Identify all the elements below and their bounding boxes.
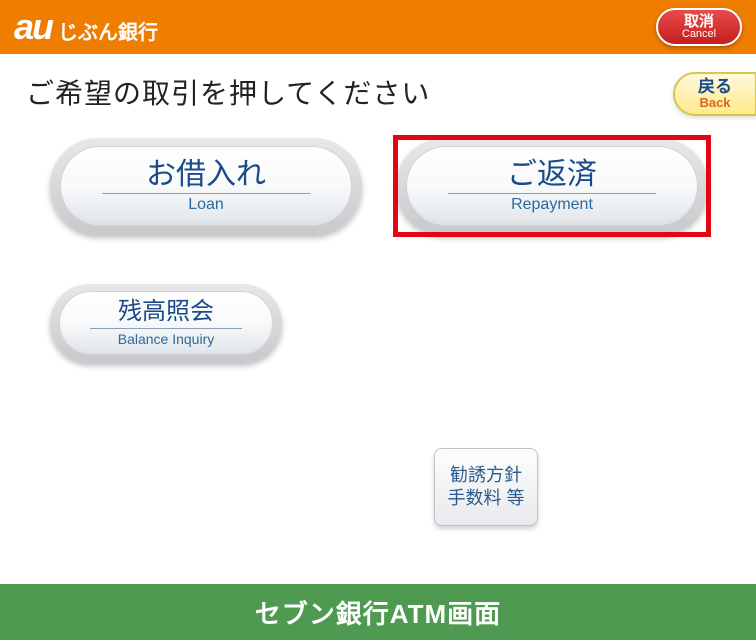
repayment-label-jp: ご返済 bbox=[507, 158, 597, 191]
balance-inquiry-button[interactable]: 残高照会 Balance Inquiry bbox=[59, 291, 273, 355]
bank-logo: au じぶん銀行 bbox=[14, 6, 158, 48]
instruction-text: ご希望の取引を押してください bbox=[26, 72, 736, 112]
repayment-label-en: Repayment bbox=[511, 196, 593, 214]
back-label-jp: 戻る bbox=[698, 78, 732, 97]
loan-label-jp: お借入れ bbox=[146, 158, 266, 191]
logo-bank-text: じぶん銀行 bbox=[58, 16, 158, 45]
loan-label-en: Loan bbox=[188, 196, 224, 214]
cancel-label-jp: 取消 bbox=[684, 14, 714, 29]
logo-au-text: au bbox=[14, 6, 52, 48]
loan-button[interactable]: お借入れ Loan bbox=[60, 146, 352, 226]
balance-label-jp: 残高照会 bbox=[118, 299, 214, 325]
info-fees-button[interactable]: 勧誘方針 手数料 等 bbox=[434, 448, 538, 526]
cancel-button[interactable]: 取消 Cancel bbox=[656, 8, 742, 46]
repayment-button[interactable]: ご返済 Repayment bbox=[406, 146, 698, 226]
divider bbox=[90, 328, 243, 329]
loan-button-wrap: お借入れ Loan bbox=[50, 138, 362, 234]
back-label-en: Back bbox=[699, 96, 730, 110]
info-line2: 手数料 等 bbox=[447, 487, 524, 510]
loan-button-outer: お借入れ Loan bbox=[50, 138, 362, 234]
footer-bar: セブン銀行ATM画面 bbox=[0, 584, 756, 640]
content-area: ご希望の取引を押してください 戻る Back お借入れ Loan ご返済 Rep… bbox=[0, 54, 756, 584]
back-button[interactable]: 戻る Back bbox=[673, 72, 756, 116]
header-bar: au じぶん銀行 取消 Cancel bbox=[0, 0, 756, 54]
cancel-label-en: Cancel bbox=[682, 29, 716, 40]
info-line1: 勧誘方針 bbox=[450, 464, 522, 487]
repayment-button-outer: ご返済 Repayment bbox=[396, 138, 708, 234]
repayment-button-wrap: ご返済 Repayment bbox=[396, 138, 708, 234]
balance-button-wrap: 残高照会 Balance Inquiry bbox=[50, 284, 282, 362]
balance-label-en: Balance Inquiry bbox=[118, 331, 215, 347]
transaction-button-grid: お借入れ Loan ご返済 Repayment 残高照会 Ba bbox=[26, 138, 736, 362]
divider bbox=[102, 193, 311, 194]
footer-label: セブン銀行ATM画面 bbox=[255, 594, 501, 631]
balance-button-outer: 残高照会 Balance Inquiry bbox=[50, 284, 282, 362]
divider bbox=[448, 193, 657, 194]
